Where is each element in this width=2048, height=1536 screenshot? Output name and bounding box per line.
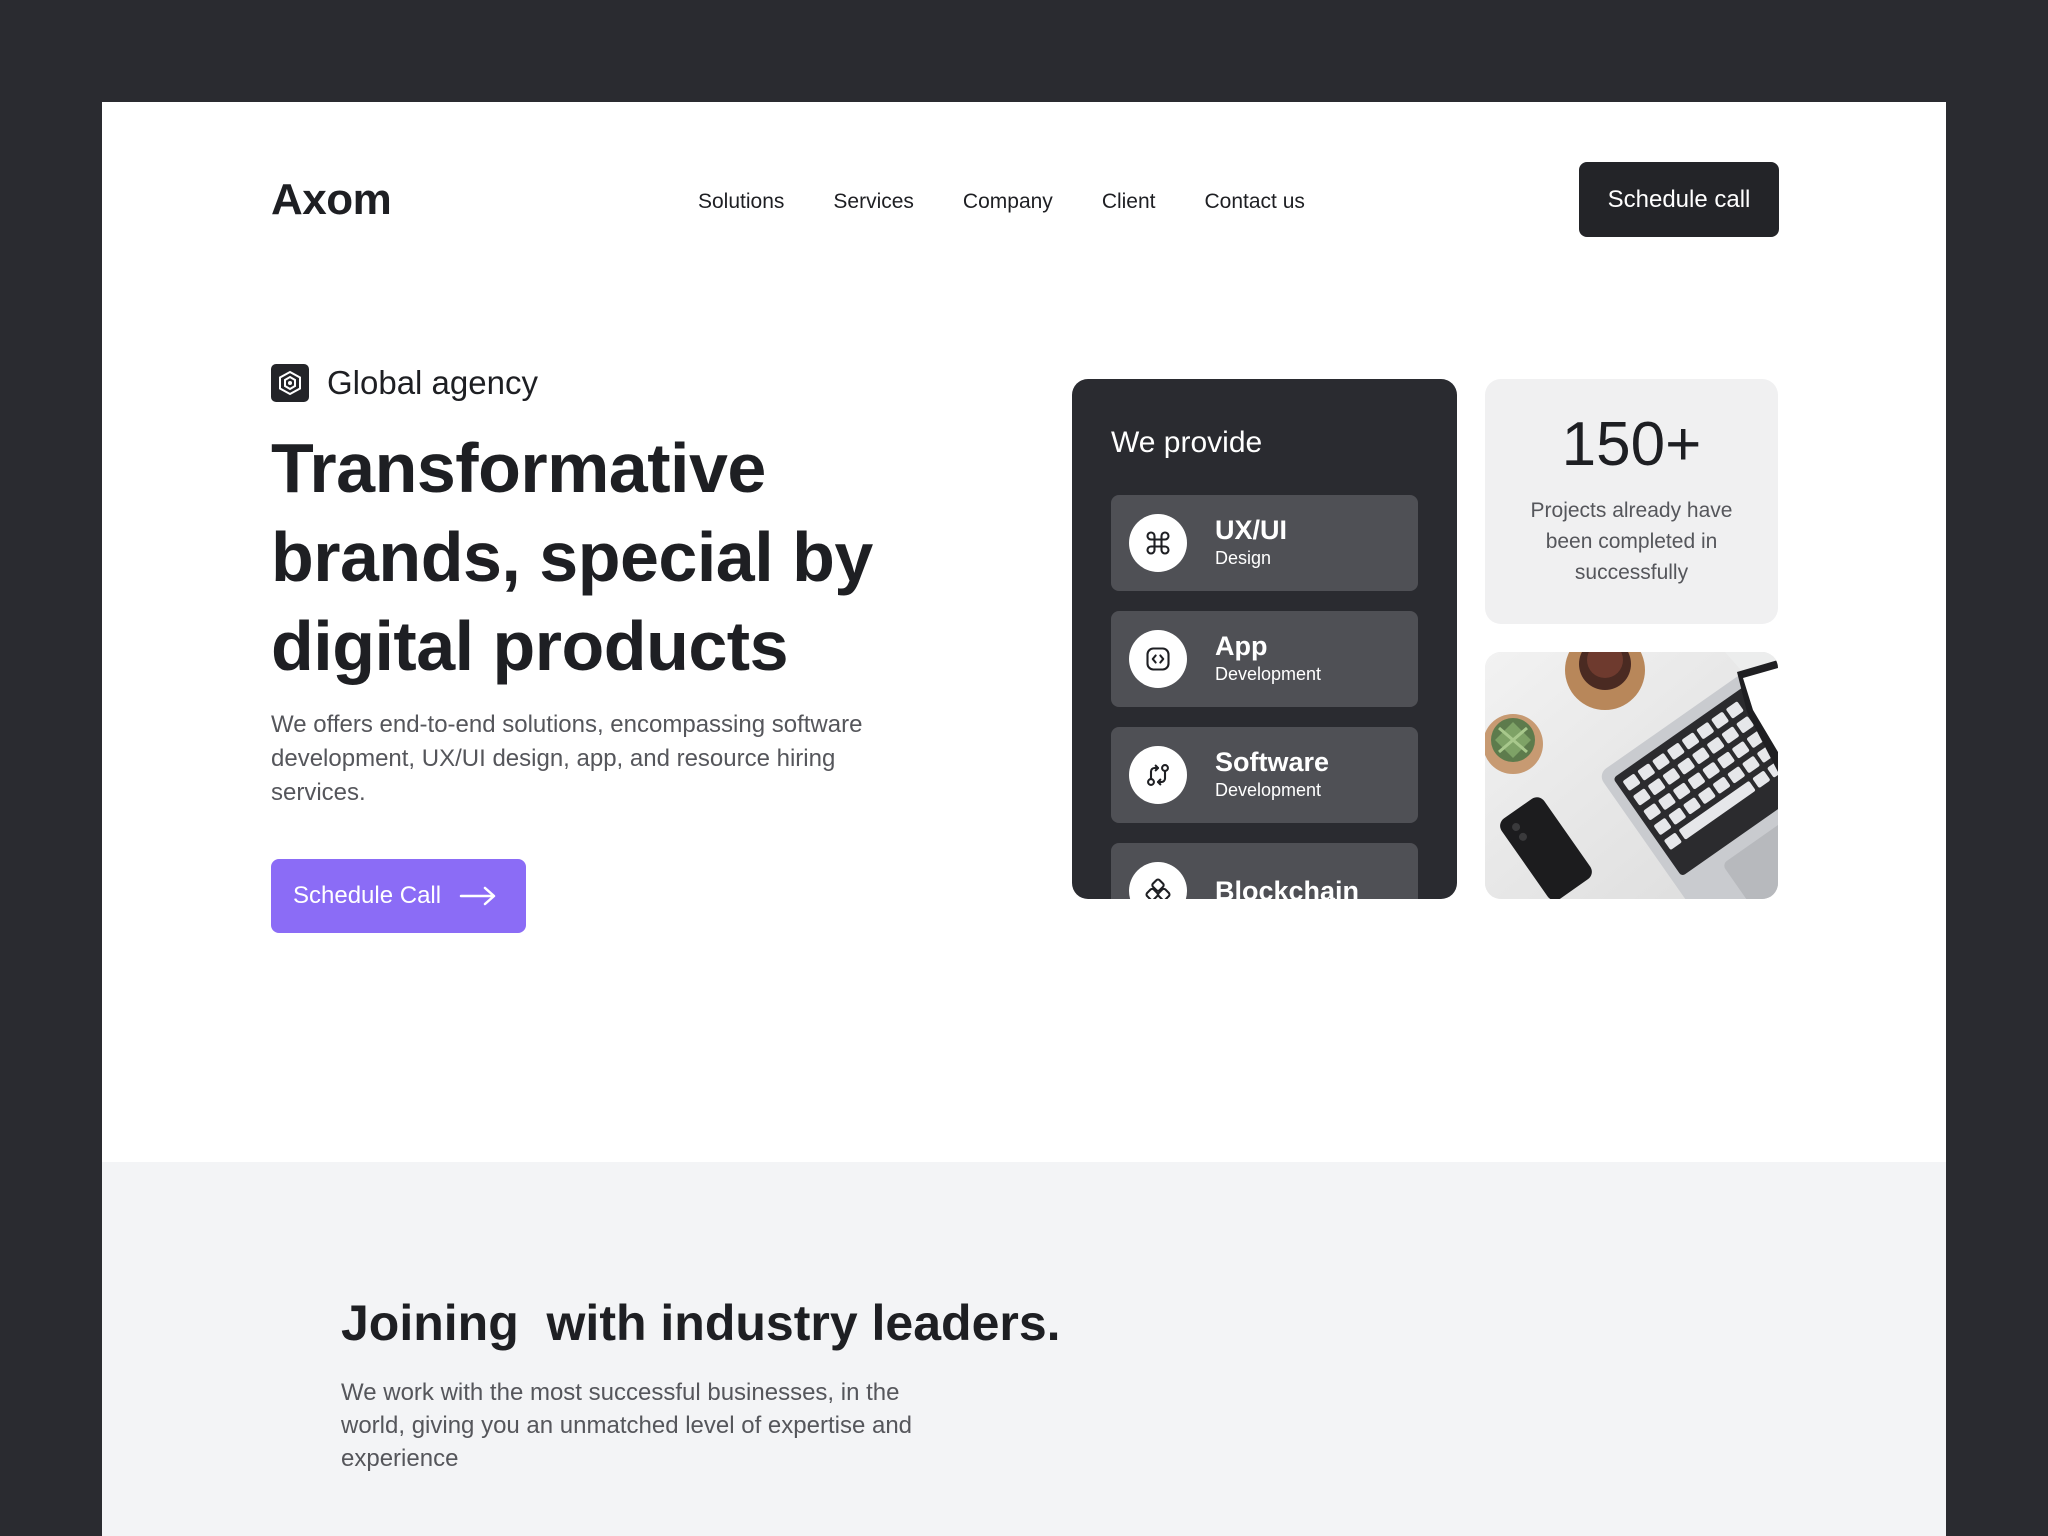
- blockchain-icon: [1129, 862, 1187, 899]
- hero-tag-label: Global agency: [327, 364, 538, 401]
- hero-cta-label: Schedule Call: [293, 882, 442, 909]
- agency-logo-icon: [271, 364, 309, 402]
- nav-contact-us[interactable]: Contact us: [1205, 187, 1305, 217]
- hero-title-line: digital products: [271, 607, 789, 685]
- git-compare-icon: [1129, 746, 1187, 804]
- hero-description: We offers end-to-end solutions, encompas…: [271, 711, 863, 806]
- hero-title-line: Transformative: [271, 429, 766, 507]
- section-description: We work with the most successful busines…: [341, 1379, 913, 1472]
- service-item-blockchain[interactable]: Blockchain: [1111, 843, 1418, 899]
- services-card: We provide UX/UI Design App Development …: [1072, 379, 1457, 899]
- service-item-app[interactable]: App Development: [1111, 611, 1418, 707]
- service-name: Blockchain: [1215, 876, 1360, 899]
- service-name: App: [1215, 631, 1268, 661]
- arrow-right-icon: [459, 886, 497, 906]
- services-card-title: We provide: [1111, 426, 1263, 459]
- service-name: UX/UI: [1215, 515, 1288, 545]
- service-name: Software: [1215, 747, 1330, 777]
- service-subtitle: Development: [1215, 780, 1322, 800]
- page: Axom Solutions Services Company Client C…: [102, 102, 1946, 1536]
- hero-tag: Global agency: [271, 364, 538, 402]
- hero-title: Transformative brands, special by digita…: [271, 424, 971, 691]
- service-subtitle: Design: [1215, 548, 1272, 568]
- workspace-photo: [1485, 652, 1778, 899]
- stat-card: 150+ Projects already have been complete…: [1485, 379, 1778, 624]
- code-icon: [1129, 630, 1187, 688]
- hero-schedule-call-button[interactable]: Schedule Call: [271, 859, 526, 933]
- nav-solutions[interactable]: Solutions: [698, 187, 784, 217]
- hero-title-line: brands, special by: [271, 518, 873, 596]
- stat-value: 150+: [1561, 410, 1702, 479]
- schedule-call-button[interactable]: Schedule call: [1579, 162, 1779, 237]
- logo[interactable]: Axom: [271, 175, 392, 225]
- nav-company[interactable]: Company: [963, 187, 1053, 217]
- section-title: Joining with industry leaders.: [341, 1295, 1061, 1351]
- service-item-software[interactable]: Software Development: [1111, 727, 1418, 823]
- service-subtitle: Development: [1215, 664, 1322, 684]
- main-nav: Solutions Services Company Client Contac…: [698, 187, 1354, 217]
- nav-services[interactable]: Services: [833, 187, 914, 217]
- stat-description: Projects already have been completed in …: [1530, 499, 1733, 584]
- service-item-uxui[interactable]: UX/UI Design: [1111, 495, 1418, 591]
- nav-client[interactable]: Client: [1102, 187, 1156, 217]
- industry-leaders-section: Joining with industry leaders. We work w…: [102, 1162, 1946, 1536]
- command-icon: [1129, 514, 1187, 572]
